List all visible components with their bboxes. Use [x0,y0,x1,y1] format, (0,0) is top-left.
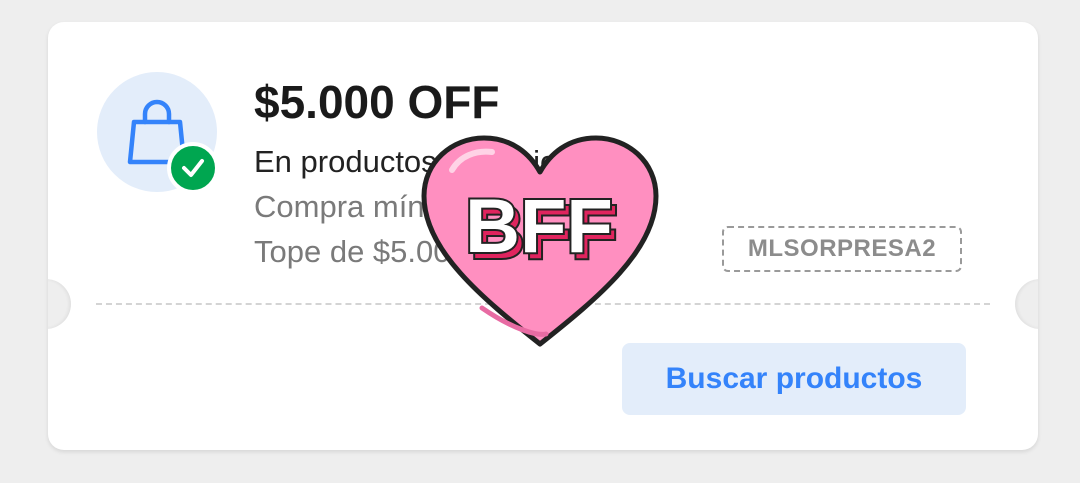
ticket-notch-left [48,279,71,329]
coupon-icon-container [97,72,219,194]
check-icon [182,159,204,177]
coupon-amount: $5.000 OFF [254,76,500,128]
coupon-code[interactable]: MLSORPRESA2 [722,226,962,272]
check-badge [167,142,219,194]
bff-heart-sticker: BFF BFF [421,135,659,347]
search-products-button[interactable]: Buscar productos [622,343,966,415]
bff-text: BFF [465,184,613,269]
ticket-notch-right [1015,279,1038,329]
